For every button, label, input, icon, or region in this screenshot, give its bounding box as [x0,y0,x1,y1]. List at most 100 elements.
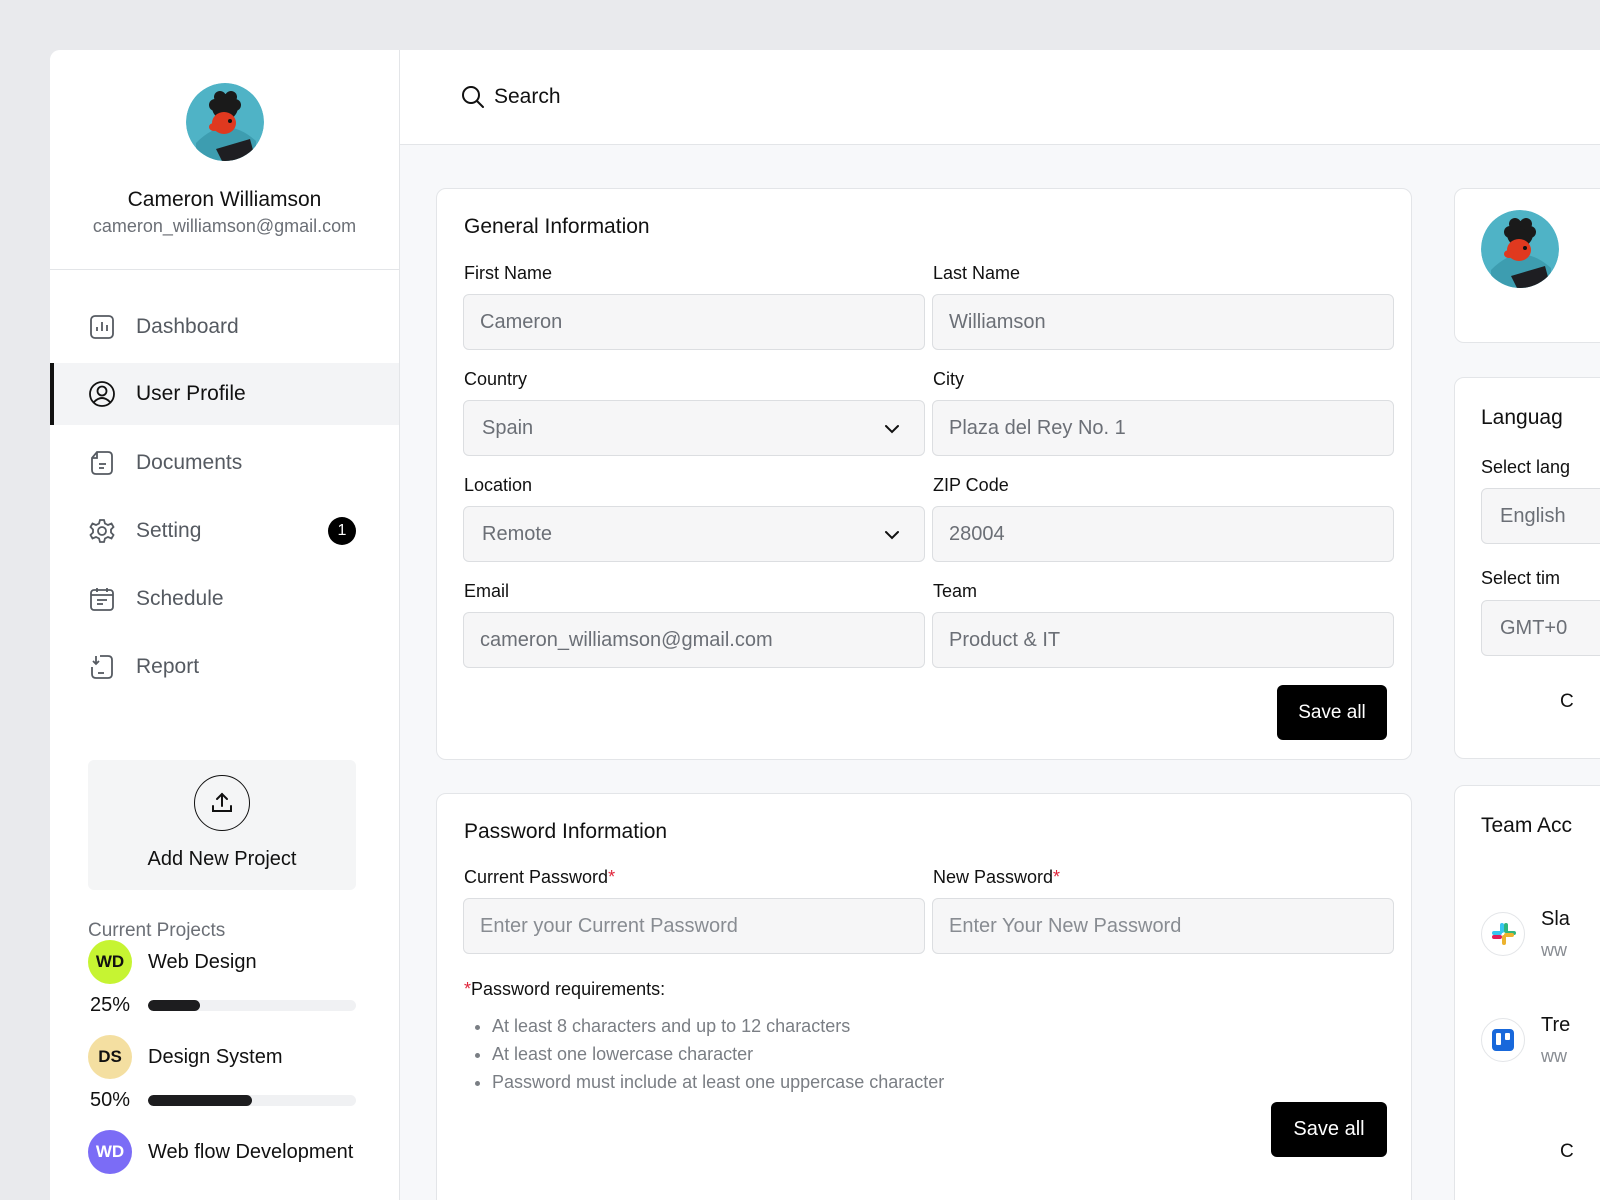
select-timezone-label: Select tim [1481,568,1561,588]
sidebar: Cameron Williamson cameron_williamson@gm… [50,50,400,1200]
chevron-down-icon [885,531,899,540]
current-password-label: Current Password* [464,867,615,888]
country-value: Spain [482,416,534,439]
app-name: Tre [1541,1014,1571,1036]
sidebar-item-label: Schedule [136,587,224,610]
profile-name: Cameron Williamson [127,188,322,211]
project-percent: 25% [90,994,131,1016]
required-mark: * [608,867,616,887]
project-name[interactable]: Web Design [148,951,257,974]
sidebar-item-label: Documents [136,451,243,474]
project-progress-fill [148,1095,252,1106]
zip-code-label: ZIP Code [933,475,1009,495]
sidebar-item-dashboard[interactable]: Dashboard [50,296,399,358]
project-badge: DS [88,1035,132,1079]
list-item: Password must include at least one upper… [492,1068,944,1096]
project-progress-fill [148,1000,200,1011]
gear-icon [89,519,115,543]
location-select[interactable]: Remote [463,506,925,562]
sidebar-item-label: Dashboard [136,315,239,338]
app-url: ww [1541,1046,1567,1066]
new-password-field[interactable] [932,898,1394,954]
select-language-label: Select lang [1481,457,1571,477]
profile-photo-card [1454,188,1600,343]
add-new-project-label: Add New Project [147,848,297,870]
city-field[interactable] [932,400,1394,456]
project-progress-bar [148,1000,356,1011]
sidebar-item-label: User Profile [136,382,246,405]
country-select[interactable]: Spain [463,400,925,456]
current-projects-title: Current Projects [88,920,226,941]
report-icon [91,655,113,679]
card-title: Password Information [464,820,668,843]
sidebar-item-user-profile[interactable]: User Profile [50,363,399,425]
sidebar-item-report[interactable]: Report [50,636,399,698]
sidebar-item-label: Report [136,655,200,678]
team-accounts-card: Team Acc Sla ww Tre ww C [1454,785,1600,1200]
project-badge: WD [88,940,132,984]
sidebar-item-label: Setting [136,519,202,542]
last-name-field[interactable] [932,294,1394,350]
language-card: Languag Select lang English Select tim G… [1454,377,1600,759]
save-all-button[interactable]: Save all [1271,1102,1387,1157]
first-name-field[interactable] [463,294,925,350]
password-requirements-title: *Password requirements: [464,979,665,1000]
language-value: English [1500,504,1566,527]
card-title: Languag [1481,406,1563,429]
search-input[interactable] [494,80,894,114]
card-title: Team Acc [1481,814,1573,837]
email-label: Email [464,581,510,601]
upload-icon [194,775,250,831]
add-new-project-button[interactable]: Add New Project [88,760,356,890]
last-name-label: Last Name [933,263,1021,283]
location-label: Location [464,475,533,495]
profile-header: Cameron Williamson cameron_williamson@gm… [50,50,399,270]
team-label: Team [933,581,978,601]
avatar[interactable] [1481,210,1559,288]
search-icon [462,86,484,108]
zip-code-field[interactable] [932,506,1394,562]
new-password-label: New Password* [933,867,1060,888]
project-name[interactable]: Design System [148,1046,283,1069]
current-password-field[interactable] [463,898,925,954]
user-profile-icon [89,381,115,407]
list-item: At least 8 characters and up to 12 chara… [492,1012,944,1040]
project-percent: 50% [90,1089,131,1111]
timezone-select[interactable]: GMT+0 [1481,600,1600,656]
dashboard-icon [90,315,114,339]
password-requirements-list: At least 8 characters and up to 12 chara… [492,1012,944,1096]
sidebar-item-setting[interactable]: Setting 1 [50,500,399,562]
email-field[interactable] [463,612,925,668]
calendar-icon [90,588,114,611]
app-url: ww [1541,940,1567,960]
notification-badge: 1 [328,517,356,545]
team-field[interactable] [932,612,1394,668]
project-name[interactable]: Web flow Development [148,1141,353,1164]
slack-icon [1481,912,1525,956]
location-value: Remote [482,522,553,545]
language-card-footer[interactable]: C [1560,691,1574,713]
documents-icon [91,451,113,475]
project-badge: WD [88,1130,132,1174]
password-requirements-text: Password requirements: [471,979,666,999]
new-password-label-text: New Password [933,867,1054,887]
timezone-value: GMT+0 [1500,616,1568,639]
chevron-down-icon [885,425,899,434]
city-label: City [933,369,964,389]
sidebar-item-documents[interactable]: Documents [50,432,399,494]
language-select[interactable]: English [1481,488,1600,544]
general-information-card: General Information First Name Last Name… [436,188,1412,760]
project-progress-bar [148,1095,356,1106]
top-bar [400,50,1600,145]
avatar[interactable] [186,83,264,161]
sidebar-item-schedule[interactable]: Schedule [50,568,399,630]
profile-email: cameron_williamson@gmail.com [92,216,357,236]
save-all-button[interactable]: Save all [1277,685,1387,740]
first-name-label: First Name [464,263,553,283]
required-mark: * [1053,867,1061,887]
list-item: At least one lowercase character [492,1040,944,1068]
team-card-footer[interactable]: C [1560,1141,1574,1163]
country-label: Country [464,369,528,389]
required-mark: * [464,979,472,999]
current-password-label-text: Current Password [464,867,609,887]
